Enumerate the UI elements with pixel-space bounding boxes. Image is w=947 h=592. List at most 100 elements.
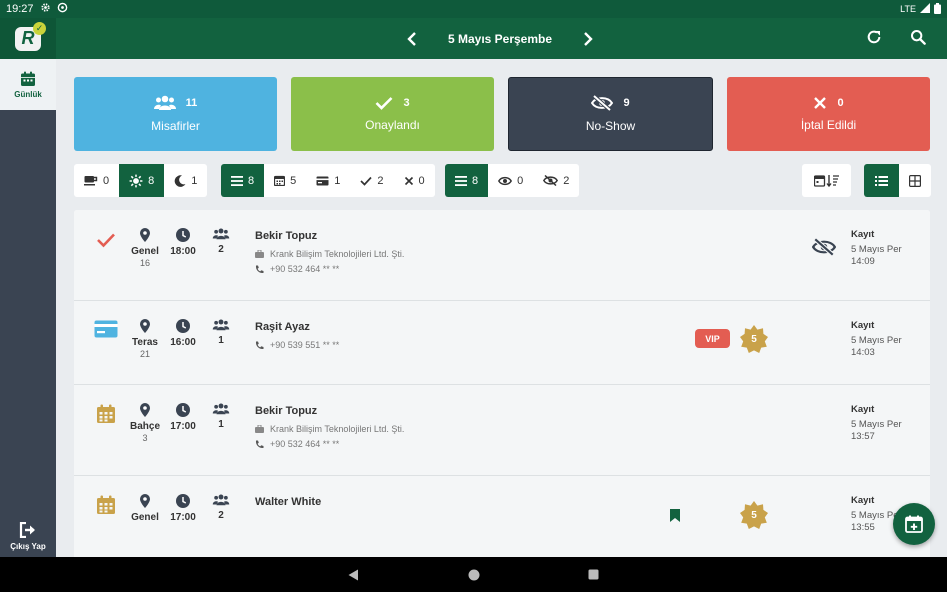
guests-count: 11 [185, 97, 198, 109]
calendar-icon [94, 402, 118, 426]
next-day-button[interactable] [576, 27, 600, 51]
previous-day-button[interactable] [400, 27, 424, 51]
sort-by-date[interactable] [806, 164, 848, 197]
add-reservation-button[interactable] [893, 503, 935, 545]
company-line: Krank Bilişim Teknolojileri Ltd. Şti. [255, 249, 404, 259]
registration-title: Kayıt [851, 404, 875, 415]
refresh-button[interactable] [863, 26, 885, 48]
reservation-row[interactable]: Genel 17:00 2 Walter White 5 Kayıt 5 May… [74, 476, 930, 557]
time-info: 18:00 [163, 228, 203, 257]
rating-value: 5 [751, 509, 757, 521]
table-number: 21 [139, 349, 150, 359]
people-info: 1 [201, 319, 241, 346]
company-name: Krank Bilişim Teknolojileri Ltd. Şti. [270, 249, 405, 259]
registration-title: Kayıt [851, 495, 875, 506]
reservation-row[interactable]: Bahçe 3 17:00 1 Bekir Topuz Krank Bilişi… [74, 385, 930, 476]
search-button[interactable] [907, 26, 929, 48]
filter-show-noshow[interactable]: 2 [533, 164, 579, 197]
calendar-sort-icon [813, 175, 839, 187]
signal-icon [920, 3, 930, 15]
reservation-time: 17:00 [170, 421, 196, 432]
filter-status-cancelled[interactable]: 0 [394, 164, 435, 197]
confirmed-count: 3 [403, 97, 410, 109]
x-icon [404, 176, 413, 185]
filter-show-arrived-count: 0 [517, 174, 524, 187]
guests-card[interactable]: 11 Misafirler [74, 77, 277, 151]
cancelled-label: İptal Edildi [800, 118, 857, 132]
area-name: Genel [131, 512, 159, 523]
sun-icon [129, 174, 143, 187]
app-logo: R ✓ [0, 18, 56, 59]
x-icon [814, 97, 827, 109]
filter-show-all[interactable]: 8 [445, 164, 489, 197]
filter-show-all-count: 8 [472, 174, 479, 187]
sort-button[interactable] [802, 164, 851, 197]
no-show-card[interactable]: 9 No-Show [508, 77, 713, 151]
check-icon [360, 176, 372, 186]
list-icon [455, 175, 467, 186]
recents-square-icon [588, 569, 599, 580]
phone-icon [255, 341, 264, 349]
registration-info: Kayıt 5 Mayıs Per 14:09 [851, 229, 902, 268]
filter-lunch-count: 8 [148, 174, 155, 187]
registration-title: Kayıt [851, 320, 875, 331]
filter-status-reserved[interactable]: 5 [264, 164, 306, 197]
reservation-row[interactable]: Genel 16 18:00 2 Bekir Topuz Krank Biliş… [74, 210, 930, 301]
show-filter-group: 8 0 2 [445, 164, 580, 197]
users-icon [212, 319, 230, 331]
top-app-bar: R ✓ 5 Mayıs Perşembe [0, 18, 947, 59]
registration-time: 14:03 [851, 347, 875, 358]
area-info: Genel [125, 494, 165, 523]
date-title[interactable]: 5 Mayıs Perşembe [448, 32, 552, 46]
back-triangle-icon [348, 569, 358, 580]
sidebar-item-daily[interactable]: Günlük [0, 59, 56, 110]
search-icon [911, 30, 926, 45]
clock-icon [176, 319, 190, 333]
people-info: 1 [201, 403, 241, 430]
people-count: 2 [218, 244, 224, 255]
filter-lunch[interactable]: 8 [119, 164, 165, 197]
filter-status-confirmed[interactable]: 2 [350, 164, 393, 197]
users-icon [212, 494, 230, 506]
home-circle-icon [468, 569, 479, 580]
filter-show-arrived[interactable]: 0 [488, 164, 533, 197]
status-filter-group: 8 5 1 2 0 [221, 164, 435, 197]
users-icon [212, 403, 230, 415]
home-button[interactable] [464, 565, 484, 585]
people-count: 1 [218, 419, 224, 430]
area-info: Bahçe 3 [125, 403, 165, 443]
filter-status-card[interactable]: 1 [306, 164, 350, 197]
phone-number: +90 532 464 ** ** [270, 439, 340, 449]
check-icon [376, 97, 393, 110]
recents-button[interactable] [584, 565, 604, 585]
eye-icon [498, 176, 513, 185]
filter-breakfast[interactable]: 0 [74, 164, 119, 197]
moon-icon [174, 174, 186, 187]
phone-line: +90 532 464 ** ** [255, 439, 404, 449]
eye-slash-icon [591, 95, 614, 111]
logout-button[interactable]: Çıkış Yap [0, 522, 56, 551]
grid-view-button[interactable] [899, 164, 931, 197]
list-icon [231, 175, 243, 186]
guests-label: Misafirler [151, 119, 200, 133]
registration-date: 5 Mayıs Per [851, 419, 902, 430]
rating-value: 5 [751, 333, 757, 345]
registration-time: 14:09 [851, 256, 875, 267]
filter-status-cancelled-count: 0 [418, 174, 425, 187]
guest-name: Walter White [255, 496, 322, 508]
filter-dinner[interactable]: 1 [164, 164, 207, 197]
sync-circle-icon [57, 2, 68, 16]
filter-status-all[interactable]: 8 [221, 164, 265, 197]
cancelled-card[interactable]: 0 İptal Edildi [727, 77, 930, 151]
back-button[interactable] [344, 565, 364, 585]
chevron-right-icon [584, 31, 593, 46]
registration-time: 13:57 [851, 431, 875, 442]
rating-badge: 5 [740, 501, 768, 529]
reservation-row[interactable]: Teras 21 16:00 1 Raşit Ayaz +90 539 551 … [74, 301, 930, 385]
list-view-button[interactable] [864, 164, 899, 197]
logo-check-icon: ✓ [33, 21, 46, 35]
users-icon [212, 228, 230, 240]
confirmed-card[interactable]: 3 Onaylandı [291, 77, 494, 151]
logout-icon [19, 522, 35, 538]
registration-info: Kayıt 5 Mayıs Per 13:57 [851, 404, 902, 443]
